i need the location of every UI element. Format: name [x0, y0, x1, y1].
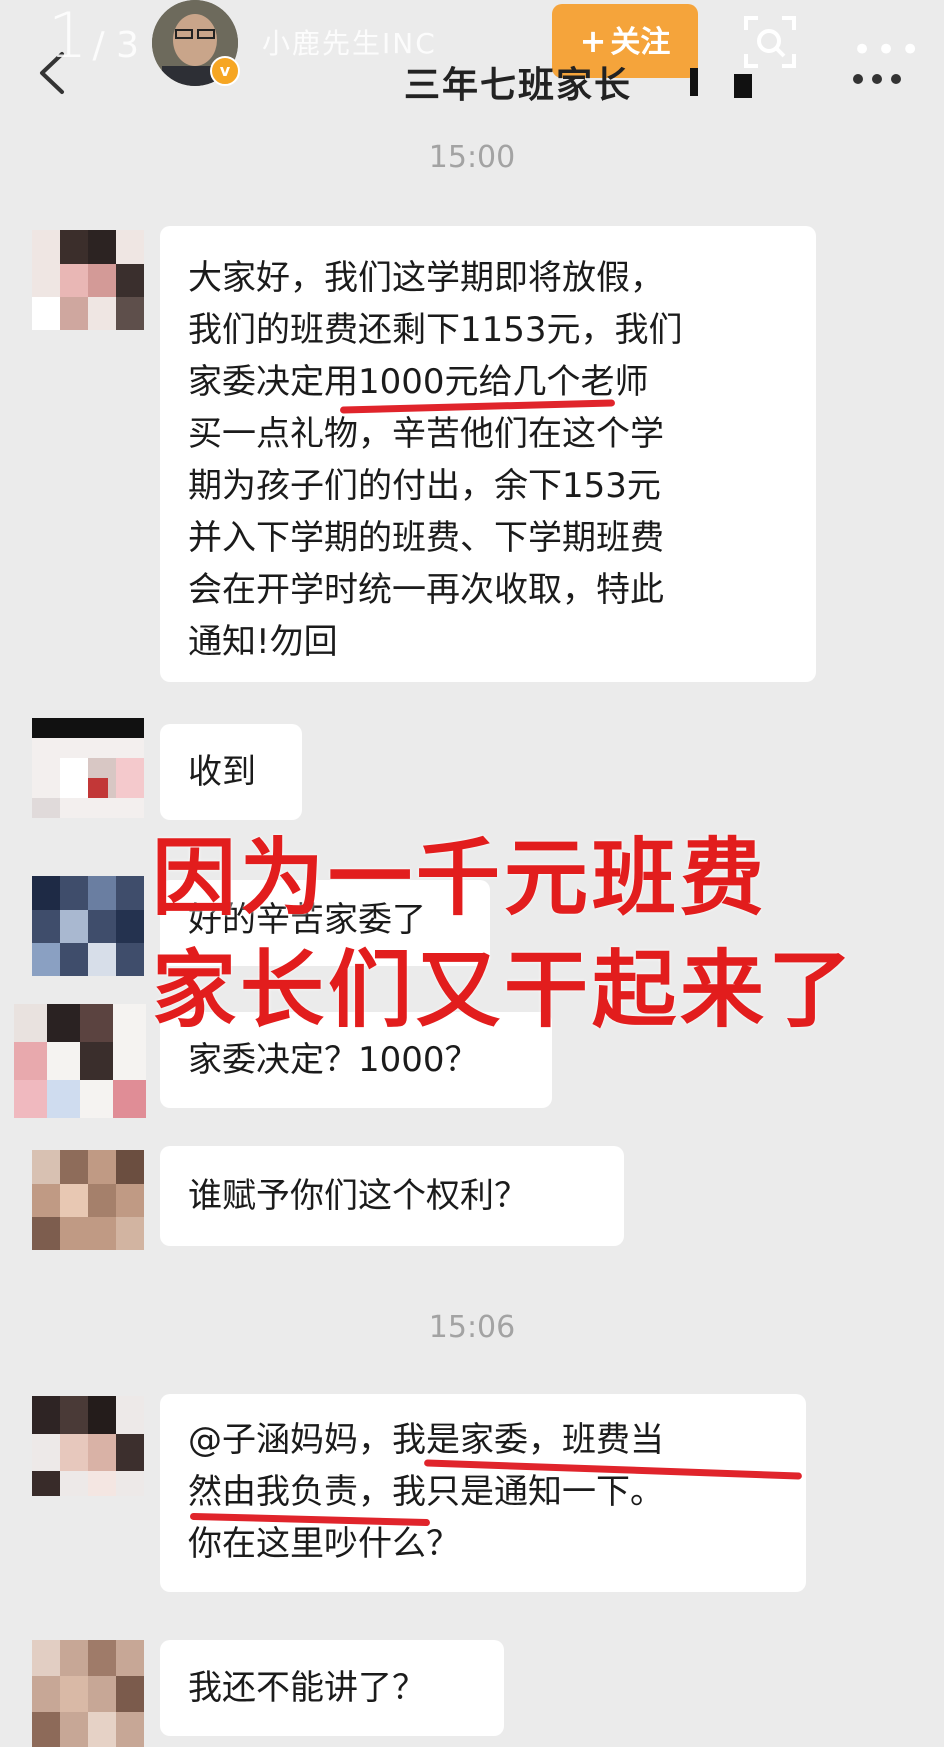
message-bubble[interactable]: 大家好，我们这学期即将放假， 我们的班费还剩下1153元，我们 家委决定用100… — [160, 226, 816, 682]
message-line: 买一点礼物，辛苦他们在这个学 — [188, 414, 664, 454]
message-bubble[interactable]: @子涵妈妈，我是家委，班费当 然由我负责，我只是通知一下。 你在这里吵什么？ — [160, 1394, 806, 1592]
title-bar-marks — [690, 68, 752, 98]
sender-avatar-7[interactable] — [32, 1640, 144, 1747]
message-line: @子涵妈妈，我是家委，班费当 — [188, 1420, 664, 1460]
chat-more-icon[interactable] — [852, 58, 902, 98]
sender-avatar-6[interactable] — [32, 1396, 144, 1496]
follow-plus: + — [579, 22, 607, 60]
verified-badge-icon: v — [210, 56, 240, 86]
page-total: / 3 — [92, 25, 140, 66]
message-line: 会在开学时统一再次收取，特此 — [188, 570, 664, 610]
message-line: 通知!勿回 — [188, 622, 338, 662]
message-line: 我还不能讲了？ — [188, 1668, 426, 1708]
page-current: 1 — [48, 0, 88, 72]
sender-avatar-5[interactable] — [32, 1150, 144, 1250]
message-bubble[interactable]: 我还不能讲了？ — [160, 1640, 504, 1736]
page-indicator: 1 / 3 — [48, 0, 139, 80]
top-bar: 1 / 3 v 小鹿先生INC + 关注 三年七班家长 ••• — [0, 0, 944, 110]
message-line: 期为孩子们的付出，余下153元 — [188, 466, 661, 506]
scan-icon[interactable] — [742, 14, 798, 70]
message-line: 你在这里吵什么？ — [188, 1524, 460, 1564]
sender-avatar-4[interactable] — [14, 1004, 146, 1118]
overlay-caption-line2: 家长们又干起来了 — [152, 941, 857, 1039]
message-bubble[interactable]: 收到 — [160, 724, 302, 820]
message-line: 家委决定用1000元给几个老师 — [188, 362, 649, 402]
message-line: 收到 — [188, 752, 256, 792]
message-line: 家委决定？1000？ — [188, 1040, 479, 1080]
sender-avatar-3[interactable] — [32, 876, 144, 976]
sender-avatar-2[interactable] — [32, 718, 144, 818]
message-line: 大家好，我们这学期即将放假， — [188, 258, 664, 298]
message-line: 我们的班费还剩下1153元，我们 — [188, 310, 683, 350]
timestamp: 15:06 — [428, 1310, 516, 1345]
message-line: 并入下学期的班费、下学期班费 — [188, 518, 664, 558]
chat-title: 三年七班家长 — [404, 65, 633, 106]
message-bubble[interactable]: 谁赋予你们这个权利？ — [160, 1146, 624, 1246]
message-line: 谁赋予你们这个权利？ — [188, 1176, 528, 1216]
overlay-caption-line1: 因为一千元班费 — [152, 829, 769, 927]
timestamp: 15:00 — [428, 140, 516, 175]
sender-avatar-1[interactable] — [32, 230, 144, 330]
follow-label: 关注 — [610, 25, 671, 60]
